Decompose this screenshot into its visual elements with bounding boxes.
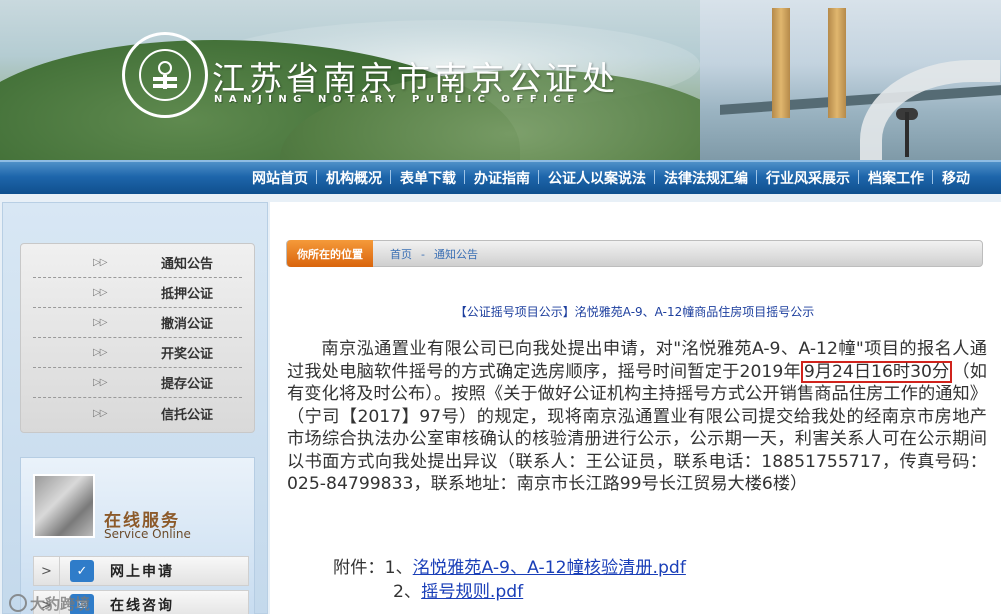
sidebar-item-mortgage[interactable]: ▷▷ 抵押公证 bbox=[33, 278, 242, 308]
sidebar-item-lottery[interactable]: ▷▷ 开奖公证 bbox=[33, 338, 242, 368]
sidebar-item-escrow[interactable]: ▷▷ 提存公证 bbox=[33, 368, 242, 398]
nav-item-cases[interactable]: 公证人以案说法 bbox=[538, 168, 655, 188]
attachment-link-verification-list[interactable]: 洺悦雅苑A-9、A-12幢核验清册.pdf bbox=[413, 558, 686, 578]
nav-item-showcase[interactable]: 行业风采展示 bbox=[756, 168, 859, 188]
nav-item-mobile[interactable]: 移动 bbox=[932, 168, 979, 188]
banner-bridge-tower bbox=[772, 8, 790, 118]
nav-item-archives[interactable]: 档案工作 bbox=[858, 168, 933, 188]
online-apply-label: 网上申请 bbox=[110, 564, 174, 580]
sidebar-menu: ▷▷ 通知公告 ▷▷ 抵押公证 ▷▷ 撤消公证 ▷▷ 开奖公证 ▷▷ 提存公证 … bbox=[20, 243, 255, 433]
article-body: 南京泓通置业有限公司已向我处提出申请，对"洺悦雅苑A-9、A-12幢"项目的报名… bbox=[287, 338, 987, 496]
breadcrumb-home-link[interactable]: 首页 bbox=[390, 248, 412, 261]
attachment-index: 2、 bbox=[393, 582, 422, 602]
attachment-row: 附件：1、洺悦雅苑A-9、A-12幢核验清册.pdf bbox=[333, 556, 686, 580]
banner-lamp-pole bbox=[905, 112, 909, 157]
sidebar-item-trust[interactable]: ▷▷ 信托公证 bbox=[33, 398, 242, 428]
article-paragraph: 南京泓通置业有限公司已向我处提出申请，对"洺悦雅苑A-9、A-12幢"项目的报名… bbox=[287, 338, 987, 496]
sidebar-item-notices[interactable]: ▷▷ 通知公告 bbox=[33, 248, 242, 278]
double-arrow-icon: ▷▷ bbox=[93, 257, 107, 268]
content-frame: ▷▷ 通知公告 ▷▷ 抵押公证 ▷▷ 撤消公证 ▷▷ 开奖公证 ▷▷ 提存公证 … bbox=[0, 194, 1001, 614]
double-arrow-icon: ▷▷ bbox=[93, 287, 107, 298]
banner-bridge-tower bbox=[828, 8, 846, 118]
nav-item-guide[interactable]: 办证指南 bbox=[464, 168, 539, 188]
attachments: 附件：1、洺悦雅苑A-9、A-12幢核验清册.pdf 2、摇号规则.pdf bbox=[333, 556, 686, 604]
nav-item-forms[interactable]: 表单下载 bbox=[390, 168, 465, 188]
online-consult-label: 在线咨询 bbox=[110, 598, 174, 614]
breadcrumb-tag: 你所在的位置 bbox=[287, 240, 373, 267]
breadcrumb: 你所在的位置 首页 - 通知公告 bbox=[286, 240, 983, 267]
breadcrumb-current-link[interactable]: 通知公告 bbox=[434, 248, 478, 261]
chevron-right-icon: > bbox=[34, 557, 60, 585]
header-banner: 江苏省南京市南京公证处 NANJING NOTARY PUBLIC OFFICE bbox=[0, 0, 1001, 160]
sidebar: ▷▷ 通知公告 ▷▷ 抵押公证 ▷▷ 撤消公证 ▷▷ 开奖公证 ▷▷ 提存公证 … bbox=[2, 202, 268, 614]
watermark-text: 大豹跨境 bbox=[30, 595, 91, 613]
lion-emblem-icon bbox=[153, 61, 177, 89]
attachment-row: 2、摇号规则.pdf bbox=[333, 580, 686, 604]
sidebar-item-label: 撤消公证 bbox=[161, 317, 214, 332]
watermark-logo-icon bbox=[9, 594, 27, 612]
service-photo bbox=[33, 474, 95, 538]
site-title: 江苏省南京市南京公证处 bbox=[212, 59, 619, 98]
sidebar-item-label: 开奖公证 bbox=[161, 347, 214, 362]
double-arrow-icon: ▷▷ bbox=[93, 347, 107, 358]
seal-inner-ring bbox=[139, 49, 191, 101]
highlighted-datetime: 9月24日16时30分 bbox=[800, 360, 953, 383]
site-subtitle: NANJING NOTARY PUBLIC OFFICE bbox=[214, 94, 581, 105]
service-subtitle: Service Online bbox=[104, 527, 191, 541]
watermark: 大豹跨境 bbox=[9, 593, 90, 614]
online-apply-button[interactable]: > ✓ 网上申请 bbox=[33, 556, 249, 586]
online-service-panel: 在线服务 Service Online > ✓ 网上申请 > ✉ 在线咨询 bbox=[20, 457, 255, 614]
sidebar-item-label: 通知公告 bbox=[161, 257, 214, 272]
notary-seal-logo[interactable] bbox=[122, 32, 208, 118]
sidebar-item-revocation[interactable]: ▷▷ 撤消公证 bbox=[33, 308, 242, 338]
double-arrow-icon: ▷▷ bbox=[93, 407, 107, 419]
checkmark-icon: ✓ bbox=[70, 560, 94, 582]
article-title: 【公证摇号项目公示】洺悦雅苑A-9、A-12幢商品住房项目摇号公示 bbox=[454, 305, 815, 319]
double-arrow-icon: ▷▷ bbox=[93, 377, 107, 388]
breadcrumb-path: 首页 - 通知公告 bbox=[390, 246, 478, 262]
breadcrumb-separator: - bbox=[421, 248, 425, 261]
sidebar-item-label: 信托公证 bbox=[161, 407, 214, 423]
nav-item-about[interactable]: 机构概况 bbox=[316, 168, 391, 188]
sidebar-item-label: 抵押公证 bbox=[161, 287, 214, 302]
attachment-index: 1、 bbox=[384, 558, 413, 578]
nav-item-home[interactable]: 网站首页 bbox=[243, 168, 317, 188]
attachment-link-lottery-rules[interactable]: 摇号规则.pdf bbox=[421, 582, 523, 602]
main-nav: 网站首页 机构概况 表单下载 办证指南 公证人以案说法 法律法规汇编 行业风采展… bbox=[0, 160, 1001, 194]
sidebar-item-label: 提存公证 bbox=[161, 377, 214, 392]
double-arrow-icon: ▷▷ bbox=[93, 317, 107, 328]
attachments-label: 附件： bbox=[333, 558, 385, 578]
nav-item-laws[interactable]: 法律法规汇编 bbox=[654, 168, 757, 188]
main-content: 你所在的位置 首页 - 通知公告 【公证摇号项目公示】洺悦雅苑A-9、A-12幢商品… bbox=[270, 202, 1001, 614]
